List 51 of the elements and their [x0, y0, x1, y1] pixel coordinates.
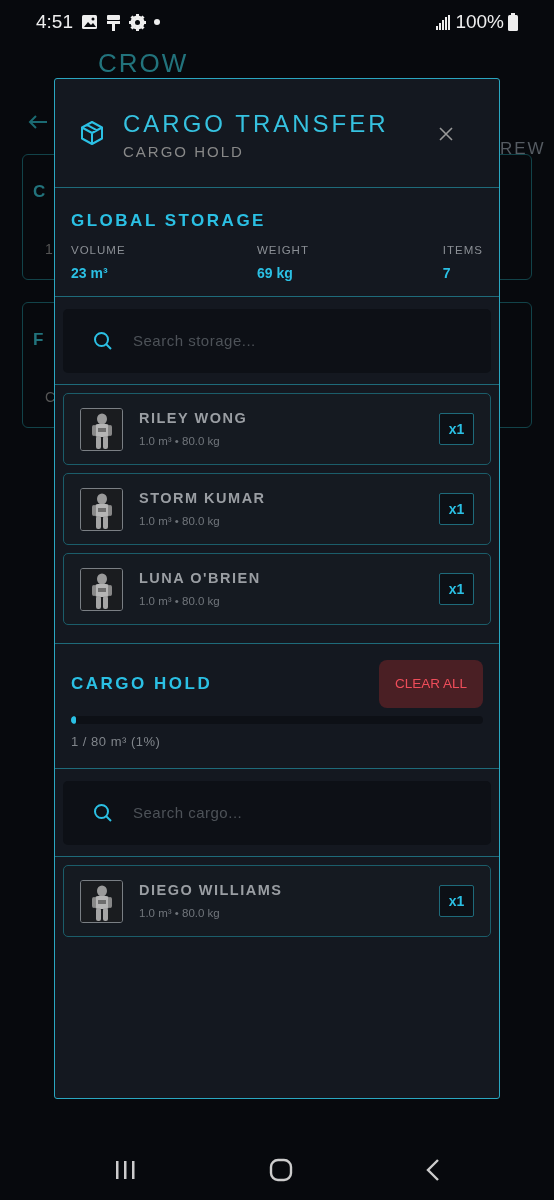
card-title: F — [33, 329, 44, 351]
battery-percent: 100% — [455, 9, 504, 34]
quantity-button[interactable]: x1 — [439, 885, 474, 917]
back-icon[interactable] — [425, 1159, 440, 1181]
item-details: 1.0 m³ • 80.0 kg — [139, 514, 221, 530]
clock-time: 4:51 — [36, 9, 73, 34]
home-icon[interactable] — [269, 1158, 293, 1182]
clear-all-button[interactable]: CLEAR ALL — [379, 660, 483, 708]
stat-label: WEIGHT — [256, 242, 310, 258]
stat-value: 23 m³ — [71, 263, 109, 283]
item-details: 1.0 m³ • 80.0 kg — [139, 434, 221, 450]
list-item[interactable]: LUNA O'BRIEN 1.0 m³ • 80.0 kg x1 — [63, 553, 491, 625]
notification-dot-icon — [154, 19, 160, 25]
paint-roller-icon — [106, 13, 121, 31]
item-name: RILEY WONG — [139, 408, 249, 428]
quantity-button[interactable]: x1 — [439, 413, 474, 445]
item-details: 1.0 m³ • 80.0 kg — [139, 594, 221, 610]
list-item[interactable]: RILEY WONG 1.0 m³ • 80.0 kg x1 — [63, 393, 491, 465]
modal-subtitle: CARGO HOLD — [123, 142, 245, 163]
modal-title: CARGO TRANSFER — [123, 111, 390, 138]
card-title: C — [33, 181, 46, 203]
section-heading: CARGO HOLD — [71, 673, 213, 696]
page-title: CROW — [98, 50, 189, 76]
stat-label: ITEMS — [442, 242, 483, 258]
stat-value: 69 kg — [256, 263, 294, 283]
box-icon — [79, 120, 105, 146]
image-icon — [81, 14, 98, 30]
item-name: STORM KUMAR — [139, 488, 267, 508]
stat-label: VOLUME — [71, 242, 127, 258]
search-icon — [93, 802, 113, 823]
quantity-button[interactable]: x1 — [439, 573, 474, 605]
card-text: C — [45, 388, 56, 407]
list-item[interactable]: STORM KUMAR 1.0 m³ • 80.0 kg x1 — [63, 473, 491, 545]
recent-apps-icon[interactable] — [114, 1160, 137, 1180]
quantity-button[interactable]: x1 — [439, 493, 474, 525]
search-icon — [93, 330, 113, 351]
card-text: 1 — [45, 240, 53, 259]
settings-icon — [129, 13, 146, 31]
list-item[interactable]: DIEGO WILLIAMS 1.0 m³ • 80.0 kg x1 — [63, 865, 491, 937]
item-details: 1.0 m³ • 80.0 kg — [139, 906, 221, 922]
item-name: DIEGO WILLIAMS — [139, 880, 284, 900]
search-field[interactable]: Search cargo... — [63, 780, 491, 845]
search-field[interactable]: Search storage... — [63, 308, 491, 373]
capacity-reading: 1 / 80 m³ (1%) — [71, 733, 162, 751]
section-heading: GLOBAL STORAGE — [71, 210, 267, 232]
item-name: LUNA O'BRIEN — [139, 568, 262, 588]
stat-value: 7 — [442, 263, 452, 283]
back-arrow-icon[interactable] — [28, 114, 48, 130]
close-icon[interactable] — [439, 127, 453, 141]
signal-icon — [436, 14, 452, 30]
battery-icon — [508, 13, 518, 31]
